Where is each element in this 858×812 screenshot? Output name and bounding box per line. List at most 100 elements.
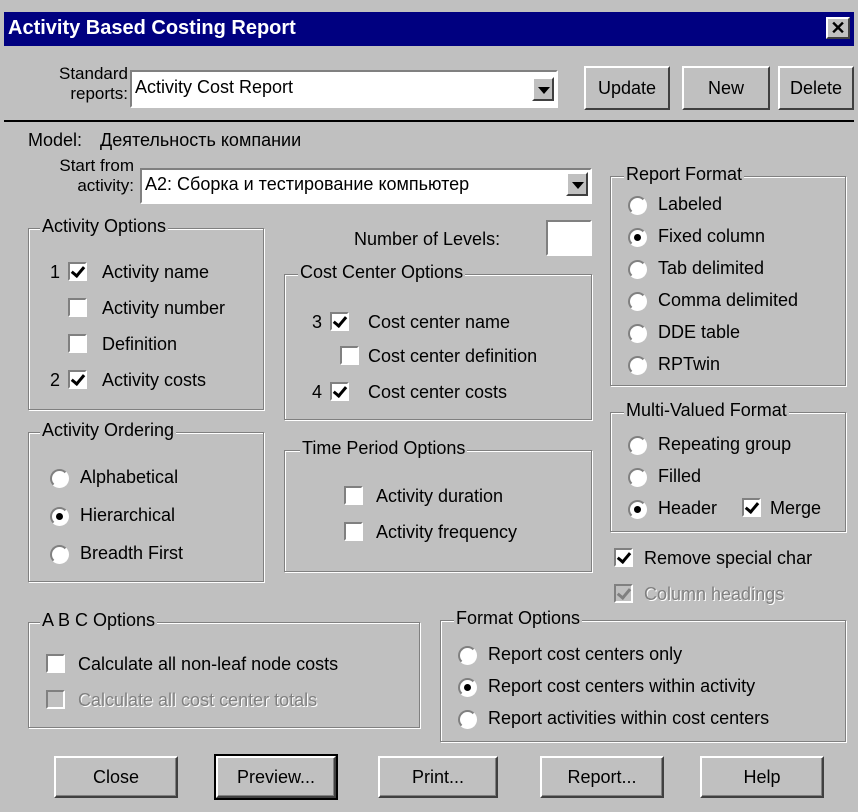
cost-center-totals-label: Calculate all cost center totals xyxy=(78,690,318,710)
chevron-down-icon[interactable] xyxy=(566,172,588,196)
activity-frequency-label: Activity frequency xyxy=(376,522,518,542)
header-radio[interactable] xyxy=(628,500,647,519)
standard-label-line1: Standard xyxy=(59,64,128,83)
chevron-down-icon[interactable] xyxy=(532,77,554,101)
cost-center-costs-label: Cost center costs xyxy=(368,382,508,402)
model-label: Model: xyxy=(28,130,83,150)
cost-center-definition-checkbox[interactable] xyxy=(340,346,359,365)
cost-center-num-4: 4 xyxy=(312,382,323,402)
merge-label: Merge xyxy=(770,498,822,518)
title-bar[interactable]: Activity Based Costing Report ✕ xyxy=(4,12,854,46)
alphabetical-radio[interactable] xyxy=(50,469,69,488)
start-label-line1: Start from xyxy=(59,156,134,175)
time-period-options-group xyxy=(284,450,592,572)
definition-label: Definition xyxy=(102,334,178,354)
report-format-title: Report Format xyxy=(624,164,745,185)
activity-option-num-2: 2 xyxy=(50,370,61,390)
rptwin-label: RPTwin xyxy=(658,354,721,374)
remove-special-label: Remove special char xyxy=(644,548,813,568)
abc-report-dialog: Activity Based Costing Report ✕ Standard… xyxy=(0,0,858,812)
multi-valued-format-title: Multi-Valued Format xyxy=(624,400,789,421)
standard-reports-label: Standard reports: xyxy=(32,64,128,104)
non-leaf-costs-label: Calculate all non-leaf node costs xyxy=(78,654,339,674)
hierarchical-label: Hierarchical xyxy=(80,505,176,525)
cost-centers-within-activity-radio[interactable] xyxy=(458,678,477,697)
tab-delimited-label: Tab delimited xyxy=(658,258,765,278)
print-button[interactable]: Print... xyxy=(378,756,498,798)
update-button[interactable]: Update xyxy=(584,66,670,110)
preview-button[interactable]: Preview... xyxy=(214,754,338,800)
header-separator xyxy=(4,120,854,122)
activity-name-label: Activity name xyxy=(102,262,210,282)
cost-center-num-3: 3 xyxy=(312,312,323,332)
start-activity-value: A2: Сборка и тестирование компьютер xyxy=(145,174,470,194)
definition-checkbox[interactable] xyxy=(68,334,87,353)
activity-name-checkbox[interactable] xyxy=(68,262,87,281)
cost-centers-only-label: Report cost centers only xyxy=(488,644,683,664)
non-leaf-costs-checkbox[interactable] xyxy=(46,654,65,673)
labeled-radio[interactable] xyxy=(628,196,647,215)
close-button[interactable]: Close xyxy=(54,756,178,798)
activity-options-title: Activity Options xyxy=(40,216,169,237)
close-icon[interactable]: ✕ xyxy=(826,17,850,39)
dde-table-label: DDE table xyxy=(658,322,741,342)
start-activity-combo[interactable]: A2: Сборка и тестирование компьютер xyxy=(140,168,592,204)
dde-table-radio[interactable] xyxy=(628,324,647,343)
activity-frequency-checkbox[interactable] xyxy=(344,522,363,541)
repeating-group-radio[interactable] xyxy=(628,436,647,455)
cost-centers-within-activity-label: Report cost centers within activity xyxy=(488,676,756,696)
activity-costs-checkbox[interactable] xyxy=(68,370,87,389)
activity-number-label: Activity number xyxy=(102,298,226,318)
activity-option-num-1: 1 xyxy=(50,262,61,282)
abc-options-title: A B C Options xyxy=(40,610,158,631)
filled-radio[interactable] xyxy=(628,468,647,487)
activity-number-checkbox[interactable] xyxy=(68,298,87,317)
levels-input[interactable] xyxy=(546,220,592,256)
labeled-label: Labeled xyxy=(658,194,723,214)
cost-center-options-title: Cost Center Options xyxy=(298,262,466,283)
header-label: Header xyxy=(658,498,718,518)
format-options-title: Format Options xyxy=(454,608,583,629)
breadth-first-radio[interactable] xyxy=(50,545,69,564)
cost-center-definition-label: Cost center definition xyxy=(368,346,538,366)
activities-within-cost-centers-radio[interactable] xyxy=(458,710,477,729)
window-title: Activity Based Costing Report xyxy=(8,17,296,39)
model-value: Деятельность компании xyxy=(100,130,302,150)
delete-button[interactable]: Delete xyxy=(778,66,854,110)
comma-delimited-radio[interactable] xyxy=(628,292,647,311)
cost-center-name-label: Cost center name xyxy=(368,312,511,332)
fixed-column-radio[interactable] xyxy=(628,228,647,247)
column-headings-checkbox xyxy=(614,584,633,603)
standard-reports-combo[interactable]: Activity Cost Report xyxy=(130,70,558,108)
tab-delimited-radio[interactable] xyxy=(628,260,647,279)
start-from-label: Start from activity: xyxy=(34,156,134,196)
column-headings-label: Column headings xyxy=(644,584,785,604)
abc-options-group xyxy=(28,622,420,728)
merge-checkbox[interactable] xyxy=(742,498,761,517)
activity-costs-label: Activity costs xyxy=(102,370,207,390)
breadth-first-label: Breadth First xyxy=(80,543,184,563)
standard-label-line2: reports: xyxy=(70,84,128,103)
activity-ordering-title: Activity Ordering xyxy=(40,420,177,441)
cost-centers-only-radio[interactable] xyxy=(458,646,477,665)
comma-delimited-label: Comma delimited xyxy=(658,290,799,310)
help-button[interactable]: Help xyxy=(700,756,824,798)
cost-center-totals-checkbox xyxy=(46,690,65,709)
report-button[interactable]: Report... xyxy=(540,756,664,798)
remove-special-checkbox[interactable] xyxy=(614,548,633,567)
hierarchical-radio[interactable] xyxy=(50,507,69,526)
cost-center-name-checkbox[interactable] xyxy=(330,312,349,331)
cost-center-costs-checkbox[interactable] xyxy=(330,382,349,401)
activity-duration-label: Activity duration xyxy=(376,486,504,506)
repeating-group-label: Repeating group xyxy=(658,434,792,454)
levels-label: Number of Levels: xyxy=(354,229,501,249)
alphabetical-label: Alphabetical xyxy=(80,467,179,487)
new-button[interactable]: New xyxy=(682,66,770,110)
activities-within-cost-centers-label: Report activities within cost centers xyxy=(488,708,770,728)
rptwin-radio[interactable] xyxy=(628,356,647,375)
start-label-line2: activity: xyxy=(77,176,134,195)
fixed-column-label: Fixed column xyxy=(658,226,766,246)
filled-label: Filled xyxy=(658,466,702,486)
activity-duration-checkbox[interactable] xyxy=(344,486,363,505)
standard-reports-value: Activity Cost Report xyxy=(135,77,294,97)
